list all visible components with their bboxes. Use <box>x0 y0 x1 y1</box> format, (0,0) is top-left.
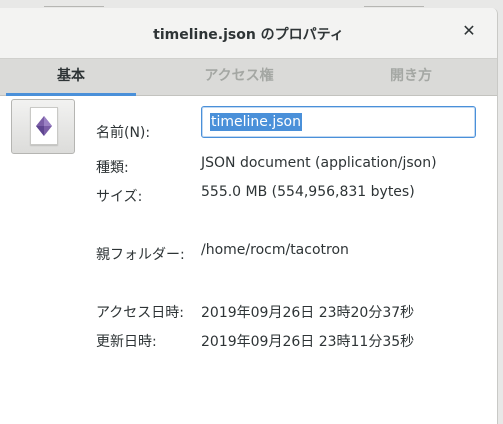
close-icon[interactable]: ✕ <box>459 21 479 41</box>
file-icon-button[interactable] <box>11 99 75 154</box>
properties-dialog: timeline.json のプロパティ ✕ 基本 アクセス権 開き方 <box>0 8 498 424</box>
accessed-value: 2019年09月26日 23時20分37秒 <box>201 305 415 321</box>
tab-permissions[interactable]: アクセス権 <box>142 59 336 95</box>
tab-open-with-label: 開き方 <box>390 68 432 84</box>
size-label: サイズ: <box>96 189 143 205</box>
background-tab <box>364 0 424 7</box>
parent-folder-label: 親フォルダー: <box>96 247 185 263</box>
tab-bar: 基本 アクセス権 開き方 <box>0 59 497 96</box>
modified-label: 更新日時: <box>96 334 157 350</box>
name-input-selected-text: timeline.json <box>210 113 302 131</box>
tab-permissions-label: アクセス権 <box>204 68 274 84</box>
modified-value: 2019年09月26日 23時11分35秒 <box>201 334 415 350</box>
tab-open-with[interactable]: 開き方 <box>336 59 486 95</box>
background-tab <box>44 0 104 7</box>
name-label: 名前(N): <box>96 125 151 141</box>
name-input[interactable]: timeline.json <box>201 106 476 138</box>
json-file-icon <box>30 107 58 145</box>
active-tab-indicator <box>6 93 136 96</box>
accessed-label: アクセス日時: <box>96 305 185 321</box>
parent-folder-value[interactable]: /home/rocm/tacotron <box>201 242 349 258</box>
type-value: JSON document (application/json) <box>201 155 437 171</box>
tab-basic-label: 基本 <box>57 68 85 84</box>
type-label: 種類: <box>96 160 129 176</box>
tab-basic[interactable]: 基本 <box>0 59 142 96</box>
size-value: 555.0 MB (554,956,831 bytes) <box>201 184 415 200</box>
dialog-title: timeline.json のプロパティ <box>153 27 344 43</box>
header-bar: timeline.json のプロパティ ✕ <box>0 8 497 59</box>
